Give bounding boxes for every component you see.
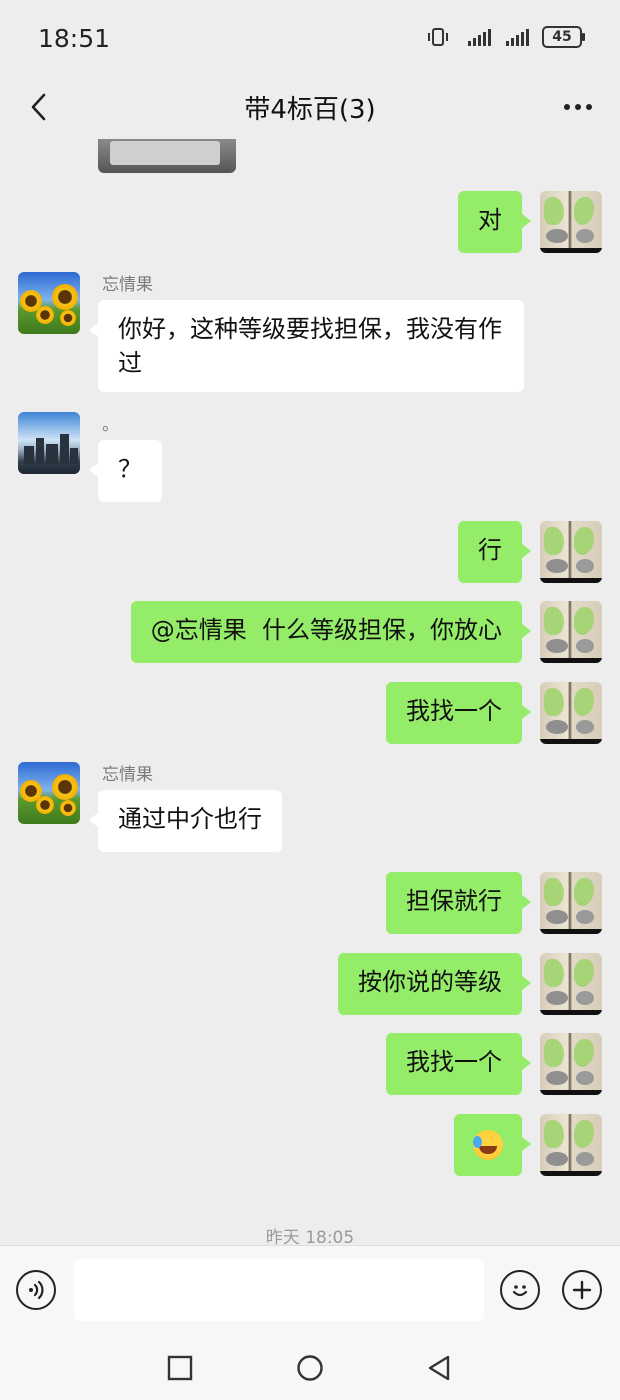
message-input[interactable]	[74, 1259, 484, 1321]
message-row: 按你说的等级	[0, 953, 620, 1017]
message-bubble-outgoing[interactable]: 我找一个	[386, 682, 531, 744]
triangle-back-icon	[428, 1355, 450, 1381]
my-avatar[interactable]	[540, 1114, 602, 1176]
emoji-button[interactable]	[500, 1270, 540, 1310]
sender-avatar[interactable]	[18, 272, 80, 334]
chat-title: 带4标百(3)	[244, 95, 376, 125]
message-timestamp: 昨天 18:05	[265, 1228, 355, 1245]
chat-header: 带4标百(3)	[0, 75, 620, 139]
message-row: 我找一个	[0, 1033, 620, 1097]
my-avatar[interactable]	[540, 601, 602, 663]
my-avatar[interactable]	[540, 521, 602, 583]
sender-name: 忘情果	[102, 275, 153, 295]
back-nav-button[interactable]	[422, 1351, 456, 1385]
message-bubble-outgoing[interactable]: @忘情果 什么等级担保，你放心	[130, 601, 532, 663]
message-bubble-outgoing[interactable]: 对	[458, 191, 531, 253]
my-avatar[interactable]	[540, 872, 602, 934]
sender-name: 忘情果	[102, 765, 153, 785]
system-nav-bar	[0, 1333, 620, 1400]
my-avatar[interactable]	[540, 1033, 602, 1095]
signal-icon-2	[506, 29, 529, 46]
voice-button[interactable]	[16, 1270, 56, 1310]
status-bar: 18:51 45	[0, 0, 620, 75]
message-bubble-outgoing[interactable]: 行	[458, 521, 531, 583]
message-bubble-outgoing[interactable]	[454, 1114, 531, 1176]
chat-messages[interactable]: 对 忘情果 你好，这种等级要找担保，我没有作过 。 ？ 行 @忘情果 什么等级担…	[0, 139, 620, 1245]
vibrate-icon	[428, 28, 448, 46]
message-row: 忘情果 你好，这种等级要找担保，我没有作过	[0, 272, 620, 402]
laughing-crying-emoji-icon	[473, 1130, 503, 1160]
message-row: 我找一个	[0, 682, 620, 746]
voice-icon	[29, 1280, 44, 1300]
message-row: @忘情果 什么等级担保，你放心	[0, 601, 620, 665]
status-time: 18:51	[38, 24, 111, 53]
message-row: 忘情果 通过中介也行	[0, 762, 620, 857]
battery-indicator: 45	[542, 26, 585, 48]
system-icons: 45	[426, 26, 585, 48]
sender-avatar[interactable]	[18, 412, 80, 474]
more-dots-icon	[564, 104, 592, 110]
message-row: 担保就行	[0, 872, 620, 936]
message-row: 。 ？	[0, 412, 620, 507]
home-button[interactable]	[293, 1351, 327, 1385]
recents-button[interactable]	[163, 1351, 197, 1385]
message-bubble-outgoing[interactable]: 我找一个	[386, 1033, 531, 1095]
input-bar	[0, 1245, 620, 1334]
message-row: 行	[0, 521, 620, 585]
message-row: 对	[0, 191, 620, 255]
plus-button[interactable]	[562, 1270, 602, 1310]
sender-name: 。	[102, 415, 119, 435]
message-bubble-outgoing[interactable]: 按你说的等级	[338, 953, 531, 1015]
square-icon	[167, 1355, 193, 1381]
emoji-icon	[512, 1285, 528, 1297]
message-bubble-incoming[interactable]: 通过中介也行	[89, 790, 282, 852]
sender-avatar[interactable]	[18, 762, 80, 824]
message-row	[0, 1114, 620, 1178]
more-button[interactable]	[558, 87, 598, 127]
signal-icon	[468, 29, 491, 46]
message-bubble-incoming[interactable]: ？	[89, 440, 162, 502]
my-avatar[interactable]	[540, 953, 602, 1015]
my-avatar[interactable]	[540, 682, 602, 744]
my-avatar[interactable]	[540, 191, 602, 253]
circle-icon	[297, 1355, 323, 1381]
image-message-thumbnail[interactable]	[98, 139, 236, 173]
message-bubble-incoming[interactable]: 你好，这种等级要找担保，我没有作过	[89, 300, 524, 392]
plus-icon	[572, 1280, 592, 1300]
message-bubble-outgoing[interactable]: 担保就行	[386, 872, 531, 934]
